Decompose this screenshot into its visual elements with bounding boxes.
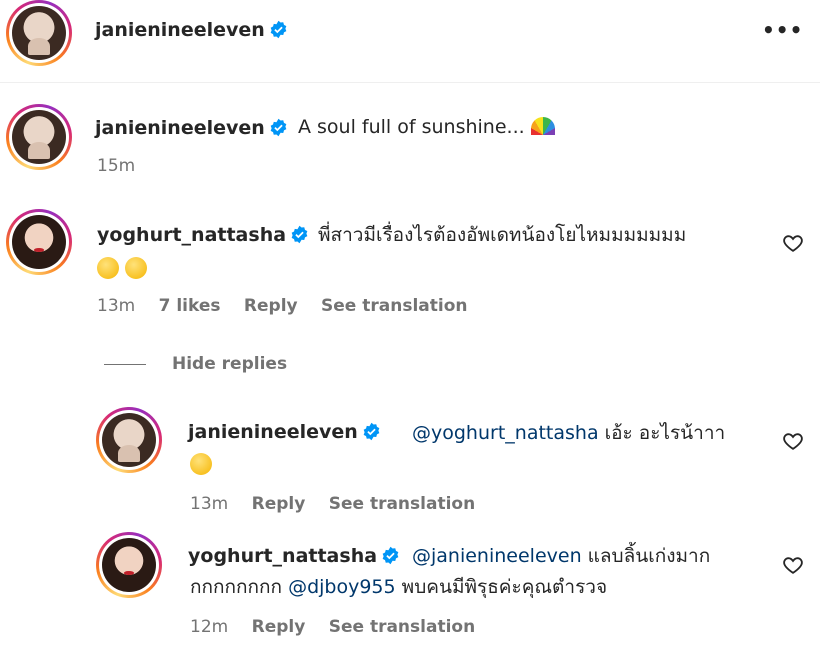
comment-meta: 13m 7 likes Reply See translation [97,296,468,316]
reply-button[interactable]: Reply [244,296,298,316]
like-heart-icon[interactable] [782,430,804,452]
header-username[interactable]: janienineeleven [95,19,288,41]
reply-button[interactable]: Reply [252,494,306,514]
see-translation-link[interactable]: See translation [329,617,475,637]
header-avatar[interactable] [6,0,72,66]
tongue-emoji-icon [190,453,212,475]
reply-avatar[interactable] [96,407,162,473]
more-options-button[interactable]: ••• [762,18,803,42]
reply-text: @yoghurt_nattasha เอ้ะ อะไรน้าาา [412,422,726,444]
reply-username[interactable]: yoghurt_nattasha [188,545,400,567]
grin-emoji-icon [125,257,147,279]
hide-replies-line [104,364,146,365]
mention-link[interactable]: @janienineeleven [412,545,582,567]
reply-text-line2: กกกกกกกก @djboy955 พบคนมีพิรุธค่ะคุณตำรว… [190,576,608,598]
caption-avatar[interactable] [6,104,72,170]
reply-meta: 13m Reply See translation [190,494,476,514]
more-icon: ••• [762,18,804,42]
caption-username[interactable]: janienineeleven [95,117,288,139]
hide-replies-button[interactable]: Hide replies [172,354,305,374]
caption-text: A soul full of sunshine... [298,112,561,142]
like-heart-icon[interactable] [782,232,804,254]
comment-emojis [97,254,153,284]
verified-badge-icon [270,118,287,137]
likes-count[interactable]: 7 likes [159,296,221,316]
verified-badge-icon [363,422,380,441]
verified-badge-icon [270,20,287,39]
mention-link[interactable]: @djboy955 [288,576,396,598]
reply-username[interactable]: janienineeleven [188,421,381,443]
comment-avatar[interactable] [6,209,72,275]
reply-emoji [190,450,218,480]
rainbow-emoji-icon [530,117,555,135]
reply-text: @janienineeleven แลบลิ้นเก่งมาก [412,545,711,567]
caption-time: 15m [97,156,136,176]
like-heart-icon[interactable] [782,554,804,576]
comment-text: พี่สาวมีเรื่องไรต้องอัพเดทน้องโยไหมมมมมม… [318,224,687,246]
header-divider [0,82,820,83]
see-translation-link[interactable]: See translation [321,296,467,316]
reply-button[interactable]: Reply [252,617,306,637]
verified-badge-icon [382,546,399,565]
reply-avatar[interactable] [96,532,162,598]
see-translation-link[interactable]: See translation [329,494,475,514]
comment-username[interactable]: yoghurt_nattasha [97,224,309,246]
grimace-emoji-icon [97,257,119,279]
reply-meta: 12m Reply See translation [190,617,476,637]
verified-badge-icon [291,225,308,244]
mention-link[interactable]: @yoghurt_nattasha [412,422,599,444]
